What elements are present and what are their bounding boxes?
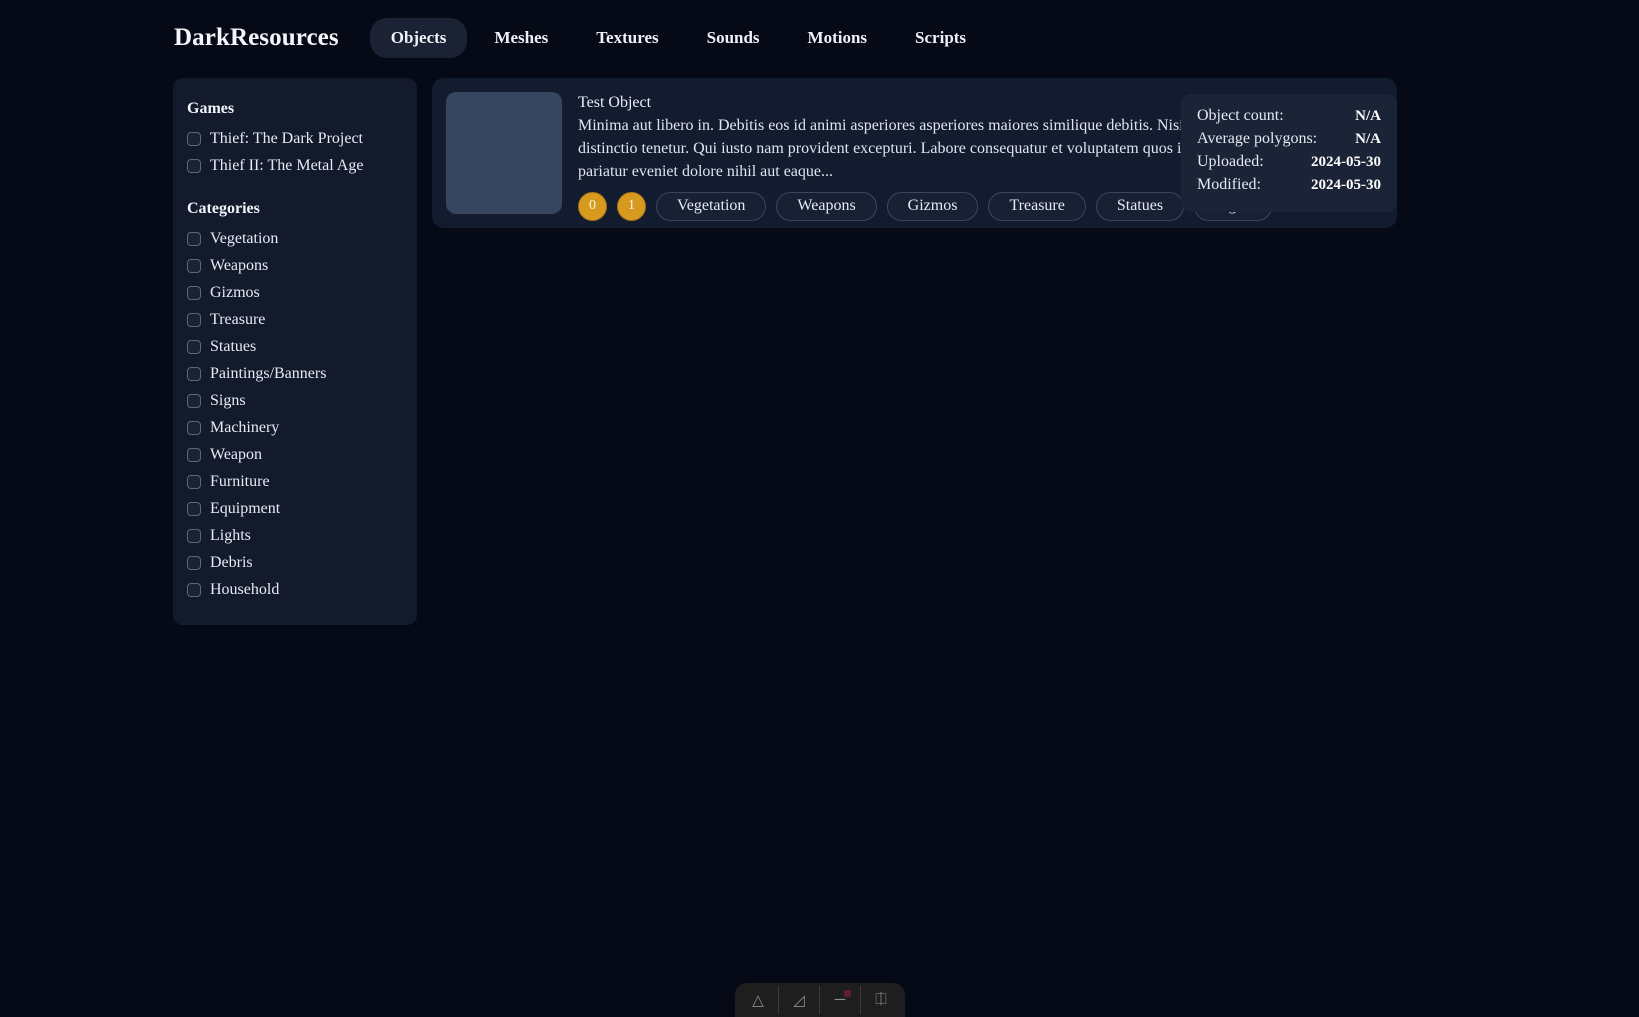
app-root: DarkResources ObjectsMeshesTexturesSound… xyxy=(0,0,1639,1017)
primary-nav: ObjectsMeshesTexturesSoundsMotionsScript… xyxy=(370,18,987,58)
filter-item-label: Weapon xyxy=(210,447,262,463)
filter-item-gizmos[interactable]: Gizmos xyxy=(187,279,403,306)
filter-item-statues[interactable]: Statues xyxy=(187,333,403,360)
dock-divider xyxy=(819,986,820,1014)
filter-item-lights[interactable]: Lights xyxy=(187,522,403,549)
checkbox-icon[interactable] xyxy=(187,367,201,381)
stats-panel: Object count: N/A Average polygons: N/A Uplo… xyxy=(1181,94,1397,212)
nav-link-objects[interactable]: Objects xyxy=(370,18,468,58)
stat-row: Object count: N/A xyxy=(1197,107,1381,130)
filter-item-label: Lights xyxy=(210,528,251,544)
checkbox-icon[interactable] xyxy=(187,583,201,597)
stat-row: Average polygons: N/A xyxy=(1197,130,1381,153)
stat-key: Object count: xyxy=(1197,107,1284,125)
filter-group-categories: Categories Vegetation Weapons Gizmos Treasur… xyxy=(173,200,417,603)
filter-item-furniture[interactable]: Furniture xyxy=(187,468,403,495)
stat-row: Uploaded: 2024-05-30 xyxy=(1197,153,1381,176)
filter-group-title: Games xyxy=(187,100,403,118)
filter-item-treasure[interactable]: Treasure xyxy=(187,306,403,333)
dock-divider xyxy=(860,986,861,1014)
filter-item-vegetation[interactable]: Vegetation xyxy=(187,225,403,252)
filter-item-thief-the-dark-project[interactable]: Thief: The Dark Project xyxy=(187,125,403,152)
filter-item-debris[interactable]: Debris xyxy=(187,549,403,576)
filter-item-label: Vegetation xyxy=(210,231,278,247)
stat-value: 2024-05-30 xyxy=(1311,154,1381,171)
stat-value: 2024-05-30 xyxy=(1311,177,1381,194)
checkbox-icon[interactable] xyxy=(187,421,201,435)
filter-item-machinery[interactable]: Machinery xyxy=(187,414,403,441)
checkbox-icon[interactable] xyxy=(187,340,201,354)
bottom-dock: △ ◿ ─ ⎅ xyxy=(735,983,905,1017)
results-list: Test Object Minima aut libero in. Debiti… xyxy=(432,78,1397,228)
filter-item-label: Machinery xyxy=(210,420,279,436)
checkbox-icon[interactable] xyxy=(187,132,201,146)
pin-icon[interactable]: ◿ xyxy=(788,989,810,1011)
filter-group-title: Categories xyxy=(187,200,403,218)
tag-pill-statues[interactable]: Statues xyxy=(1096,192,1184,221)
nav-link-textures[interactable]: Textures xyxy=(575,18,679,58)
filter-item-household[interactable]: Household xyxy=(187,576,403,603)
checkbox-icon[interactable] xyxy=(187,394,201,408)
checkbox-icon[interactable] xyxy=(187,313,201,327)
filter-item-label: Signs xyxy=(210,393,246,409)
cat-icon[interactable]: ⎅ xyxy=(870,989,892,1011)
filter-item-label: Weapons xyxy=(210,258,268,274)
checkbox-icon[interactable] xyxy=(187,556,201,570)
brand-logo[interactable]: DarkResources xyxy=(174,24,339,52)
object-thumbnail xyxy=(446,92,562,214)
filter-item-paintings-banners[interactable]: Paintings/Banners xyxy=(187,360,403,387)
checkbox-icon[interactable] xyxy=(187,232,201,246)
result-card[interactable]: Test Object Minima aut libero in. Debiti… xyxy=(432,78,1397,228)
checkbox-icon[interactable] xyxy=(187,286,201,300)
filter-item-label: Statues xyxy=(210,339,256,355)
filter-item-label: Paintings/Banners xyxy=(210,366,326,382)
checkbox-icon[interactable] xyxy=(187,475,201,489)
tag-pill-vegetation[interactable]: Vegetation xyxy=(656,192,766,221)
checkbox-icon[interactable] xyxy=(187,529,201,543)
checkbox-icon[interactable] xyxy=(187,259,201,273)
filter-item-label: Thief II: The Metal Age xyxy=(210,158,363,174)
filter-item-signs[interactable]: Signs xyxy=(187,387,403,414)
filter-item-label: Thief: The Dark Project xyxy=(210,131,363,147)
stat-key: Average polygons: xyxy=(1197,130,1317,148)
app-a-icon[interactable]: △ xyxy=(747,989,769,1011)
count-badge: 0 xyxy=(578,192,607,221)
filter-item-equipment[interactable]: Equipment xyxy=(187,495,403,522)
tag-pill-gizmos[interactable]: Gizmos xyxy=(887,192,979,221)
stat-key: Uploaded: xyxy=(1197,153,1264,171)
filter-item-label: Furniture xyxy=(210,474,270,490)
count-badge: 1 xyxy=(617,192,646,221)
nav-link-sounds[interactable]: Sounds xyxy=(686,18,781,58)
tag-pill-weapons[interactable]: Weapons xyxy=(776,192,876,221)
filters-sidebar: Games Thief: The Dark Project Thief II: Th… xyxy=(173,78,417,625)
tag-pill-treasure[interactable]: Treasure xyxy=(988,192,1085,221)
dock-divider xyxy=(778,986,779,1014)
stat-row: Modified: 2024-05-30 xyxy=(1197,176,1381,199)
filter-item-weapons[interactable]: Weapons xyxy=(187,252,403,279)
checkbox-icon[interactable] xyxy=(187,448,201,462)
filter-group-games: Games Thief: The Dark Project Thief II: Th… xyxy=(173,100,417,179)
nav-link-motions[interactable]: Motions xyxy=(787,18,889,58)
top-navbar: DarkResources ObjectsMeshesTexturesSound… xyxy=(0,0,1639,76)
filter-item-label: Equipment xyxy=(210,501,280,517)
nav-link-meshes[interactable]: Meshes xyxy=(473,18,569,58)
filter-item-label: Gizmos xyxy=(210,285,260,301)
filter-item-weapon[interactable]: Weapon xyxy=(187,441,403,468)
stat-value: N/A xyxy=(1355,108,1381,125)
filter-item-label: Treasure xyxy=(210,312,265,328)
filter-item-thief-ii-the-metal-age[interactable]: Thief II: The Metal Age xyxy=(187,152,403,179)
checkbox-icon[interactable] xyxy=(187,502,201,516)
stat-key: Modified: xyxy=(1197,176,1261,194)
notification-dot xyxy=(844,990,851,997)
stat-value: N/A xyxy=(1355,131,1381,148)
filter-item-label: Debris xyxy=(210,555,253,571)
nav-link-scripts[interactable]: Scripts xyxy=(894,18,987,58)
filter-item-label: Household xyxy=(210,582,279,598)
slider-icon[interactable]: ─ xyxy=(829,989,851,1011)
checkbox-icon[interactable] xyxy=(187,159,201,173)
